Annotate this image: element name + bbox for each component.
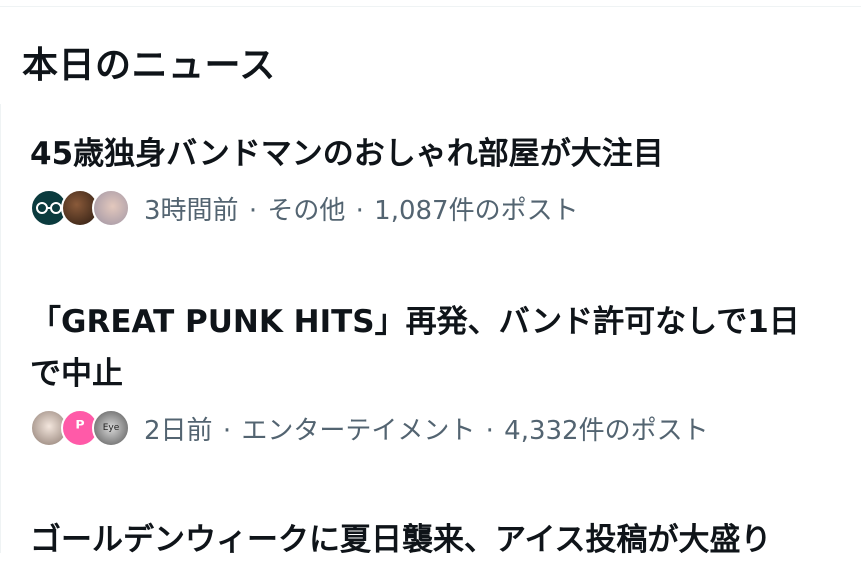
separator: · (485, 415, 494, 446)
news-meta: ᴾ Eye 2日前 · エンターテイメント · 4,332件のポスト (30, 408, 830, 448)
avatar: Eye (92, 409, 130, 447)
avatar-logo-text: ᴾ (75, 416, 85, 440)
news-time: 2日前 (144, 415, 213, 446)
news-item-2[interactable]: 「GREAT PUNK HITS」再発、バンド許可なしで1日 で中止 ᴾ Eye… (30, 296, 830, 448)
news-meta: 3時間前 · その他 · 1,087件のポスト (30, 188, 830, 228)
glasses-logo-icon (36, 202, 62, 214)
avatar-logo-text: Eye (102, 423, 120, 433)
avatar-group: ᴾ Eye (30, 409, 130, 447)
news-headline: ゴールデンウィークに夏日襲来、アイス投稿が大盛り (30, 522, 772, 558)
avatar (92, 189, 130, 227)
top-divider (0, 0, 861, 7)
news-headline-line-1: 「GREAT PUNK HITS」再発、バンド許可なしで1日 (30, 304, 800, 340)
separator: · (222, 415, 232, 446)
news-post-count: 4,332件のポスト (504, 415, 709, 446)
news-time: 3時間前 (144, 195, 239, 226)
news-meta-text: 2日前 · エンターテイメント · 4,332件のポスト (144, 410, 709, 447)
left-divider (0, 104, 1, 553)
separator: · (355, 195, 364, 226)
news-headline: 45歳独身バンドマンのおしゃれ部屋が大注目 (30, 136, 664, 172)
news-item-1[interactable]: 45歳独身バンドマンのおしゃれ部屋が大注目 3時間前 · その他 · 1,087… (30, 128, 830, 228)
news-meta-text: 3時間前 · その他 · 1,087件のポスト (144, 190, 579, 227)
news-post-count: 1,087件のポスト (374, 195, 579, 226)
news-headline-line-2: で中止 (30, 356, 123, 392)
news-category: エンターテイメント (241, 415, 476, 446)
news-category: その他 (267, 195, 346, 226)
news-item-3[interactable]: ゴールデンウィークに夏日襲来、アイス投稿が大盛り (30, 514, 830, 566)
section-title: 本日のニュース (22, 45, 276, 86)
separator: · (248, 195, 258, 226)
avatar-group (30, 189, 130, 227)
